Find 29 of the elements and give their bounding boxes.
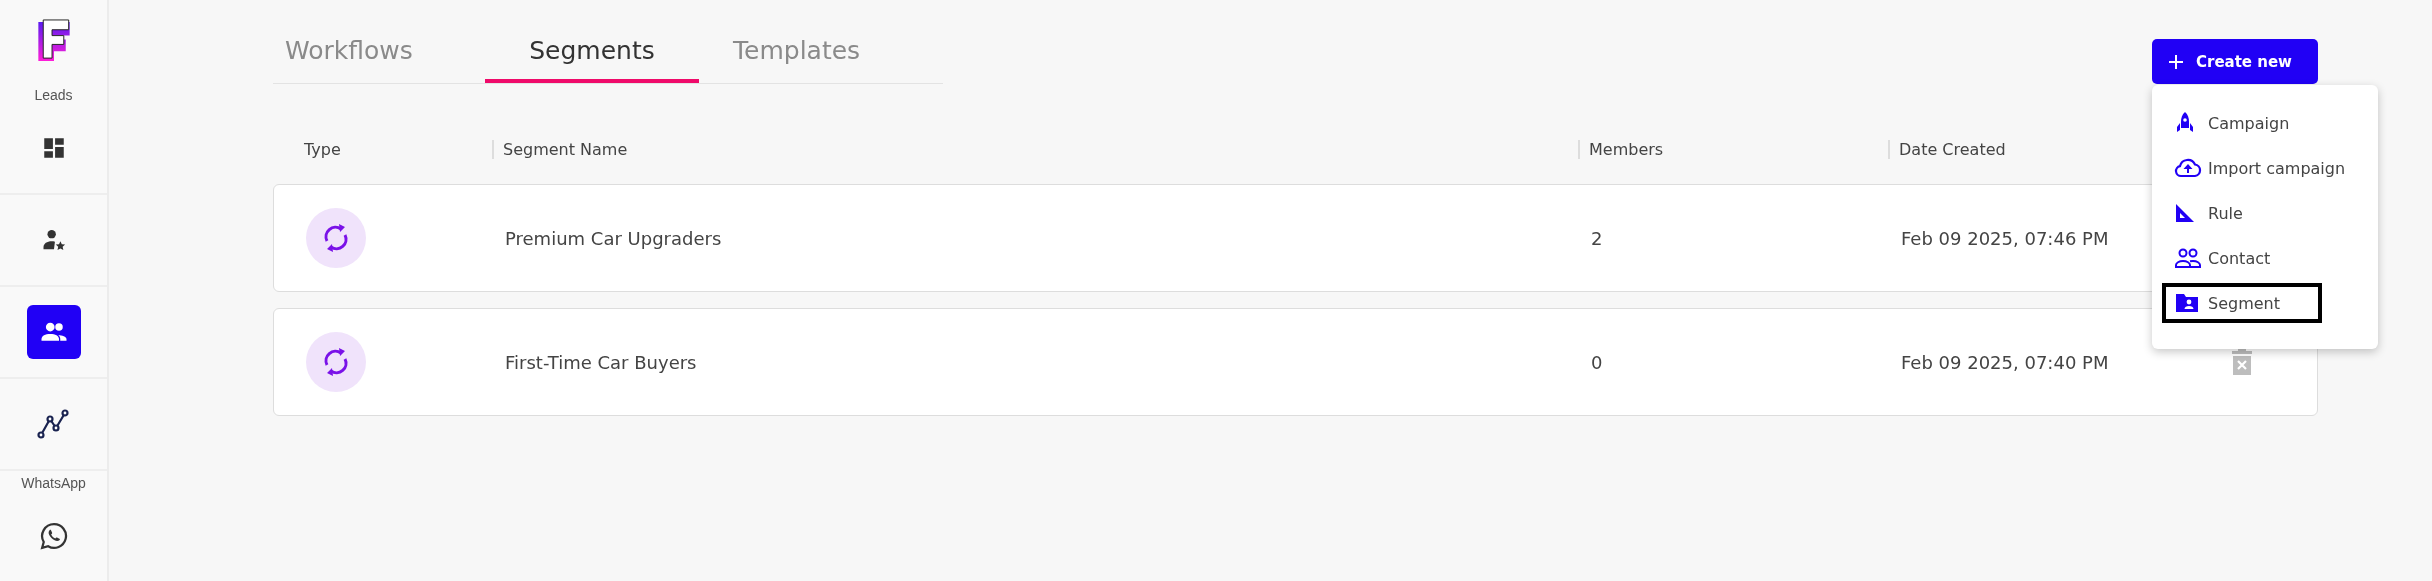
line-chart-icon [36, 409, 71, 439]
sidebar-label: WhatsApp [21, 475, 86, 491]
sync-icon [306, 332, 366, 392]
menu-item[interactable]: Segment [2162, 283, 2322, 323]
menu-item[interactable]: Import campaign [2162, 148, 2368, 188]
table-cell: Feb 09 2025, 07:46 PM [1901, 227, 2109, 249]
table-cell: Feb 09 2025, 07:40 PM [1901, 351, 2109, 373]
table-cell: 2 [1591, 227, 1603, 249]
column-header: Type [304, 139, 341, 159]
tab[interactable]: Segments [485, 28, 699, 83]
sidebar-nav-button[interactable] [26, 305, 81, 359]
whatsapp-icon [38, 521, 69, 551]
menu-item[interactable]: Contact [2162, 238, 2368, 278]
table-cell: Premium Car Upgraders [505, 227, 722, 249]
menu-item[interactable]: Rule [2162, 193, 2368, 233]
table-cell: 0 [1591, 351, 1603, 373]
menu-item[interactable]: Campaign [2162, 103, 2368, 143]
sync-icon [306, 208, 366, 268]
sidebar-label: Leads [34, 87, 73, 103]
create-new-button[interactable]: Create new [2152, 39, 2318, 84]
cloud-upload-icon [2174, 157, 2202, 179]
folder-person-icon [2174, 292, 2200, 314]
column-header: Date Created [1899, 139, 2006, 159]
plus-icon [2168, 53, 2184, 70]
people-icon [2174, 247, 2202, 269]
rocket-icon [2174, 111, 2196, 135]
column-header: Segment Name [503, 139, 628, 159]
table-cell: First-Time Car Buyers [505, 351, 697, 373]
column-header: Members [1589, 139, 1664, 159]
